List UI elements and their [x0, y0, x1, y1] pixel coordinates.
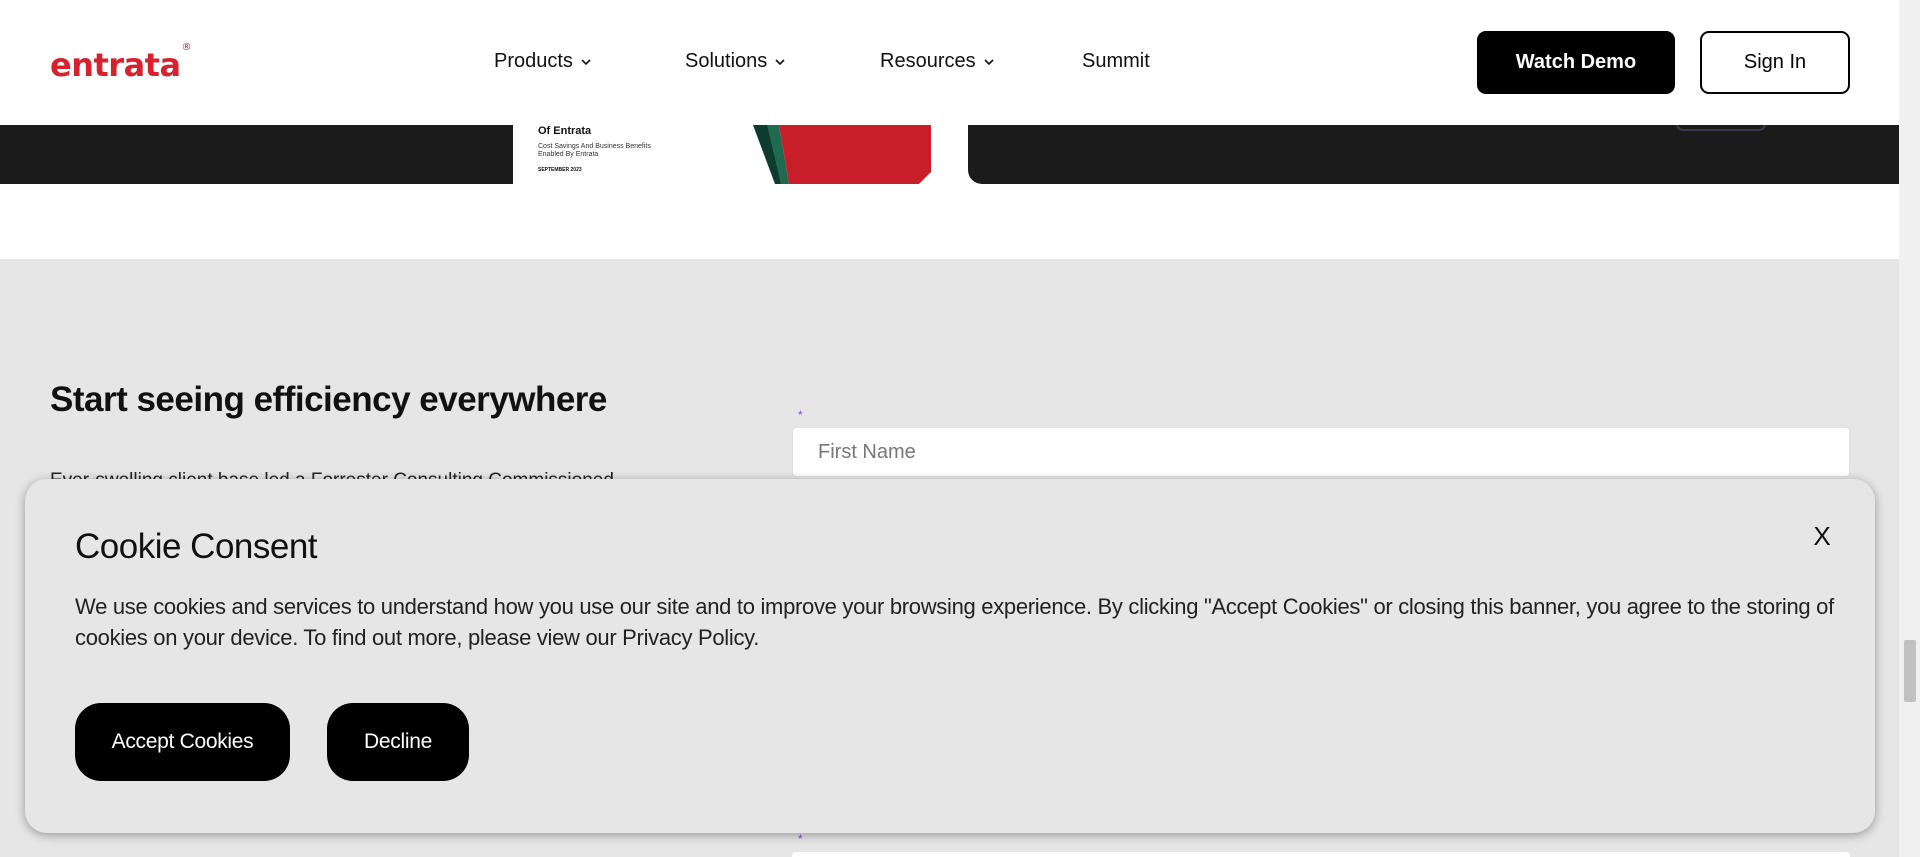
report-title: Of Entrata: [538, 125, 592, 137]
nav-solutions[interactable]: Solutions: [685, 50, 785, 73]
chevron-down-icon: [984, 58, 994, 65]
nav-resources-label: Resources: [880, 50, 976, 72]
scrollbar-thumb[interactable]: [1904, 640, 1916, 702]
nav-summit[interactable]: Summit: [1082, 50, 1150, 73]
logo-text: entrata: [50, 46, 181, 84]
chevron-down-icon: [775, 58, 785, 65]
scrollbar-track[interactable]: [1899, 0, 1920, 857]
report-cover-image: Of Entrata Cost Savings And Business Ben…: [513, 125, 931, 184]
form-field[interactable]: [792, 852, 1850, 857]
close-icon[interactable]: X: [1807, 521, 1837, 551]
cookie-consent-text: We use cookies and services to understan…: [75, 594, 1834, 650]
hero-dark-panel-right: [968, 117, 1899, 184]
required-marker: *: [798, 832, 803, 846]
nav-products[interactable]: Products: [494, 50, 591, 73]
report-cover-graphic: [753, 125, 931, 184]
section-headline: Start seeing efficiency everywhere: [50, 380, 607, 419]
first-name-input[interactable]: [792, 427, 1850, 477]
entrata-logo[interactable]: entrata®: [50, 42, 192, 84]
hero-dark-panel-left: [0, 125, 513, 184]
required-marker: *: [798, 408, 803, 422]
accept-cookies-button[interactable]: Accept Cookies: [75, 703, 290, 781]
report-date: SEPTEMBER 2023: [538, 167, 582, 173]
nav-summit-label: Summit: [1082, 50, 1150, 72]
chevron-down-icon: [581, 58, 591, 65]
watch-demo-button[interactable]: Watch Demo: [1477, 31, 1675, 94]
report-subtitle: Cost Savings And Business Benefits Enabl…: [538, 143, 651, 158]
cookie-consent-title: Cookie Consent: [75, 527, 318, 566]
nav-resources[interactable]: Resources: [880, 50, 994, 73]
site-header: entrata® Products Solutions Resources Su…: [0, 0, 1899, 125]
cookie-consent-banner: Cookie Consent X We use cookies and serv…: [25, 479, 1875, 833]
decline-button[interactable]: Decline: [327, 703, 469, 781]
sign-in-button[interactable]: Sign In: [1700, 31, 1850, 94]
nav-products-label: Products: [494, 50, 573, 72]
logo-registered-mark: ®: [181, 42, 192, 54]
nav-solutions-label: Solutions: [685, 50, 768, 72]
